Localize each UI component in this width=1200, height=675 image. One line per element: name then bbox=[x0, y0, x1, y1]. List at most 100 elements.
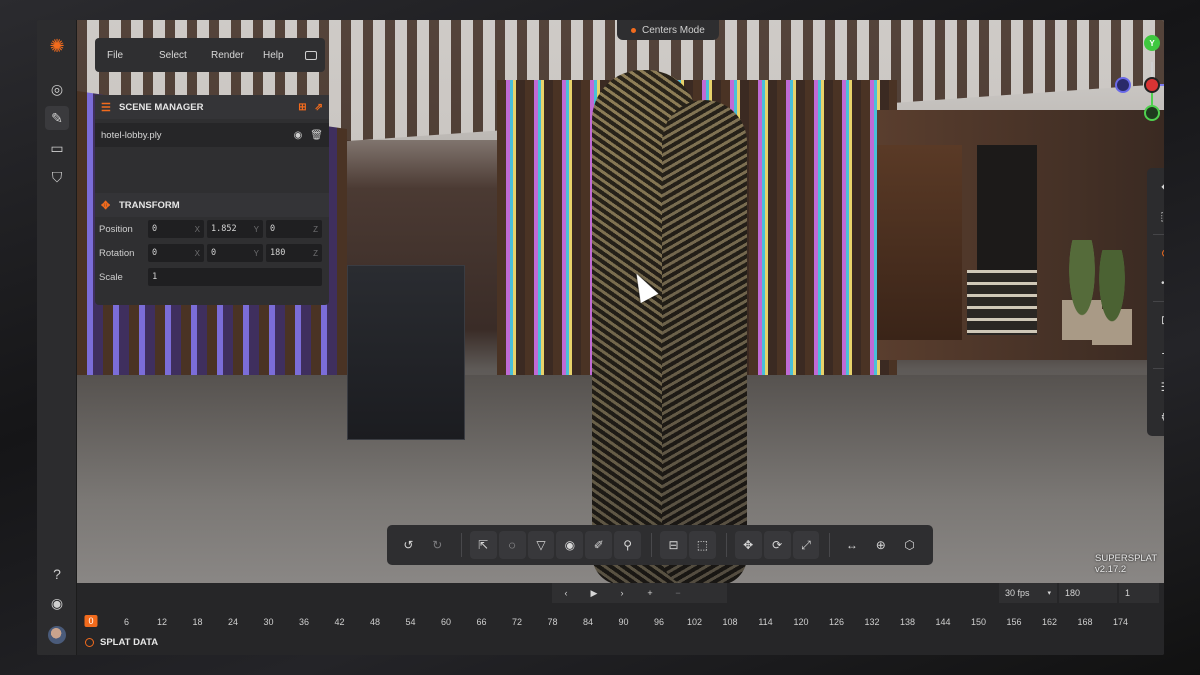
picker-icon[interactable]: ⇱ bbox=[469, 531, 497, 559]
frame-tick[interactable]: 24 bbox=[228, 617, 238, 627]
fly-icon[interactable]: ✣ bbox=[1154, 271, 1164, 295]
frame-tick[interactable]: 126 bbox=[829, 617, 844, 627]
scale-field[interactable]: 1 bbox=[148, 268, 322, 286]
help-icon[interactable]: ? bbox=[45, 562, 69, 586]
eyedropper-icon[interactable]: ⚲ bbox=[614, 531, 642, 559]
mode-indicator[interactable]: Centers Mode bbox=[617, 20, 719, 40]
settings-icon[interactable]: ⚙ bbox=[1154, 405, 1164, 429]
undo-icon[interactable]: ↺ bbox=[395, 531, 422, 559]
mirror-icon[interactable]: ↔ bbox=[838, 531, 865, 559]
menu-select[interactable]: Select bbox=[159, 50, 211, 61]
delete-trash-icon[interactable]: 🗑 bbox=[310, 130, 323, 141]
frame-ruler[interactable]: 0 6 12 18 24 30 36 42 48 54 60 66 72 78 84 90 96 102 108 11… bbox=[77, 615, 1164, 633]
frame-tick[interactable]: 54 bbox=[405, 617, 415, 627]
prev-frame-icon[interactable]: ‹ bbox=[552, 588, 580, 598]
frame-tick[interactable]: 12 bbox=[157, 617, 167, 627]
axis-y-label: Y bbox=[253, 248, 259, 258]
frame-tick[interactable]: 42 bbox=[334, 617, 344, 627]
frame-icon[interactable]: ⊡ bbox=[1154, 308, 1164, 332]
rotation-y-field[interactable]: 0Y bbox=[206, 244, 263, 262]
frame-tick[interactable]: 150 bbox=[971, 617, 986, 627]
shield-icon[interactable]: ⛉ bbox=[45, 165, 69, 189]
app-window: ✺ ◎ ✎ ▭ ⛉ ? ◉ Centers Mode Y ↺ ↻ ⇱ ◌ ▽ ◉… bbox=[37, 20, 1164, 655]
discord-icon[interactable]: ◉ bbox=[45, 591, 69, 615]
move-icon[interactable]: ✥ bbox=[734, 531, 762, 559]
frame-tick[interactable]: 144 bbox=[935, 617, 950, 627]
frame-tick[interactable]: 174 bbox=[1113, 617, 1128, 627]
position-z-value: 0 bbox=[270, 224, 276, 234]
export-icon[interactable]: ⇗ bbox=[315, 102, 323, 113]
supersplat-logo-icon[interactable]: ✺ bbox=[45, 34, 69, 58]
rect-icon[interactable]: ⬚ bbox=[688, 531, 716, 559]
box-select-icon[interactable]: ⊟ bbox=[660, 531, 687, 559]
diamond-icon[interactable]: ◆ bbox=[1154, 174, 1164, 198]
frame-tick[interactable]: 114 bbox=[758, 617, 772, 627]
frame-tick[interactable]: 162 bbox=[1042, 617, 1057, 627]
frame-tick[interactable]: 102 bbox=[687, 617, 702, 627]
sliders-icon[interactable]: ☰ bbox=[1154, 375, 1164, 399]
menu-render[interactable]: Render bbox=[211, 50, 263, 61]
frame-tick[interactable]: 96 bbox=[654, 617, 664, 627]
compass-icon[interactable]: ◎ bbox=[45, 77, 69, 101]
orbit-icon[interactable]: ⊛ bbox=[1154, 241, 1164, 265]
frame-tick[interactable]: 156 bbox=[1006, 617, 1021, 627]
frame-tick[interactable]: 30 bbox=[263, 617, 273, 627]
axes-icon[interactable]: ⟂ bbox=[1154, 338, 1164, 362]
avatar[interactable] bbox=[45, 623, 69, 647]
fps-select[interactable]: 30 fps ▾ bbox=[999, 583, 1057, 603]
lasso-icon[interactable]: ◌ bbox=[498, 531, 526, 559]
play-icon[interactable]: ▶ bbox=[580, 588, 608, 599]
frame-tick[interactable]: 6 bbox=[124, 617, 129, 627]
polygon-icon[interactable]: ▽ bbox=[527, 531, 555, 559]
remove-keyframe-icon[interactable]: − bbox=[664, 588, 692, 598]
select-box-icon[interactable]: ⬚ bbox=[1154, 204, 1164, 228]
gizmo-x-handle[interactable] bbox=[1144, 77, 1160, 93]
rotation-z-field[interactable]: 180 Z bbox=[266, 244, 323, 262]
gizmo-neg-z-handle[interactable] bbox=[1115, 77, 1131, 93]
frame-tick[interactable]: 168 bbox=[1077, 617, 1092, 627]
sphere-icon[interactable]: ◉ bbox=[556, 531, 584, 559]
gizmo-y-label: Y bbox=[1149, 38, 1155, 48]
panel-toggle-icon[interactable] bbox=[305, 50, 317, 60]
brush-icon[interactable]: ✎ bbox=[45, 106, 69, 130]
frame-tick[interactable]: 84 bbox=[583, 617, 593, 627]
folder-icon[interactable]: ▭ bbox=[45, 136, 69, 160]
view-gizmo[interactable]: Y Z bbox=[1107, 32, 1164, 122]
frames-field[interactable]: 180 bbox=[1059, 583, 1117, 603]
frame-tick[interactable]: 108 bbox=[722, 617, 737, 627]
brush-icon[interactable]: ✐ bbox=[585, 531, 613, 559]
frame-tick[interactable]: 48 bbox=[370, 617, 380, 627]
next-frame-icon[interactable]: › bbox=[608, 588, 636, 598]
position-z-field[interactable]: 0Z bbox=[266, 220, 323, 238]
gizmo-y-handle[interactable]: Y bbox=[1144, 35, 1160, 51]
import-icon[interactable]: ⊞ bbox=[298, 102, 306, 113]
visibility-eye-icon[interactable]: ◉ bbox=[294, 130, 303, 141]
add-keyframe-icon[interactable]: + bbox=[636, 588, 664, 598]
track-splat-data[interactable]: SPLAT DATA bbox=[85, 637, 158, 648]
menu-file[interactable]: File bbox=[107, 50, 159, 61]
frame-tick[interactable]: 78 bbox=[547, 617, 557, 627]
frame-tick[interactable]: 132 bbox=[864, 617, 879, 627]
frame-tick[interactable]: 72 bbox=[512, 617, 522, 627]
list-icon: ☰ bbox=[101, 101, 111, 114]
redo-icon[interactable]: ↻ bbox=[424, 531, 451, 559]
frame-tick[interactable]: 36 bbox=[299, 617, 309, 627]
current-frame-marker[interactable]: 0 bbox=[84, 615, 98, 627]
position-y-field[interactable]: 1.852 Y bbox=[206, 220, 263, 238]
frame-tick[interactable]: 90 bbox=[618, 617, 628, 627]
frame-tick[interactable]: 138 bbox=[900, 617, 915, 627]
bounds-icon[interactable]: ⬡ bbox=[896, 531, 923, 559]
position-x-field[interactable]: 0X bbox=[147, 220, 204, 238]
gizmo-neg-y-handle[interactable] bbox=[1144, 105, 1160, 121]
frame-tick[interactable]: 18 bbox=[192, 617, 202, 627]
globe-icon[interactable]: ⊕ bbox=[867, 531, 894, 559]
frame-tick[interactable]: 120 bbox=[793, 617, 808, 627]
scale-icon[interactable]: ⤢ bbox=[792, 531, 820, 559]
scene-file-row[interactable]: hotel-lobby.ply ◉ 🗑 bbox=[95, 123, 329, 147]
speed-field[interactable]: 1 bbox=[1119, 583, 1159, 603]
rotate-icon[interactable]: ⟳ bbox=[763, 531, 791, 559]
frame-tick[interactable]: 66 bbox=[476, 617, 486, 627]
menu-help[interactable]: Help bbox=[263, 50, 303, 61]
frame-tick[interactable]: 60 bbox=[441, 617, 451, 627]
rotation-x-field[interactable]: 0X bbox=[147, 244, 204, 262]
